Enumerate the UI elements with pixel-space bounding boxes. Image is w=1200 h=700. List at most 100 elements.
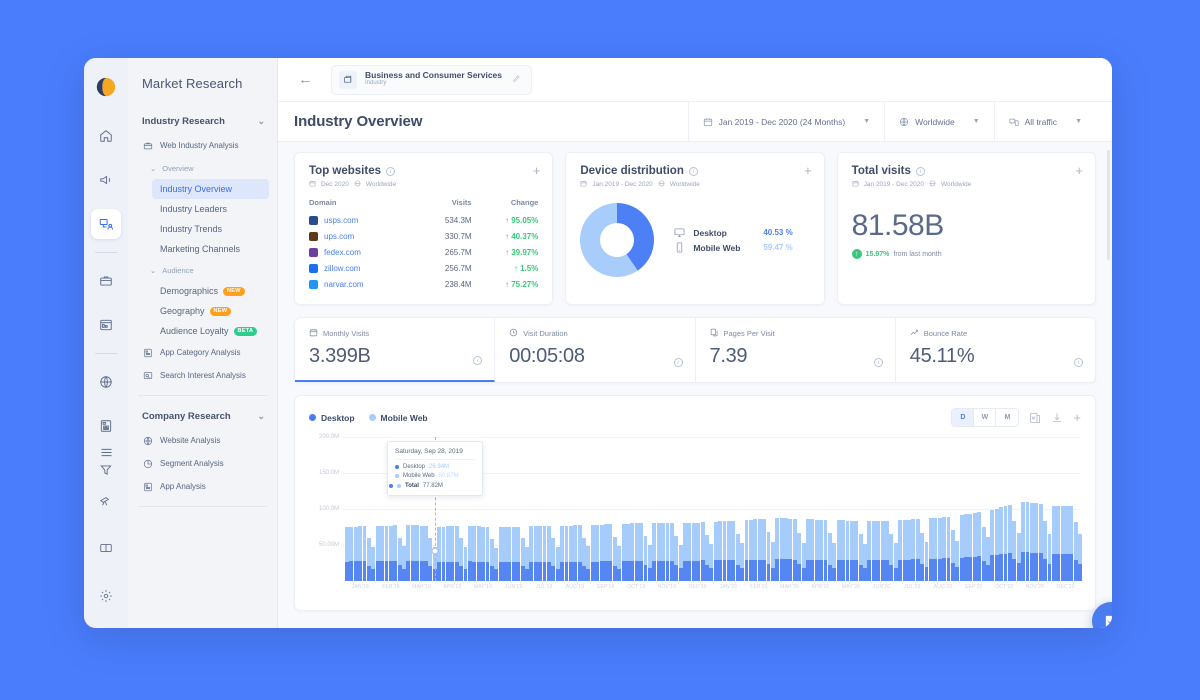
globe-icon [899, 117, 909, 127]
y-axis-tick-label: 150.0M [319, 470, 339, 476]
info-icon[interactable]: i [473, 356, 482, 365]
chart-bar [358, 437, 362, 581]
sidebar-item-audience-loyalty[interactable]: Audience Loyalty BETA [128, 321, 277, 341]
sidebar-item-app-analysis[interactable]: App Analysis [128, 475, 277, 498]
cell-domain[interactable]: narvar.com [309, 276, 418, 292]
sidebar-item-industry-leaders[interactable]: Industry Leaders [128, 199, 277, 219]
cell-domain[interactable]: zillow.com [309, 260, 418, 276]
date-range-filter[interactable]: Jan 2019 - Dec 2020 (24 Months) ▼ [688, 102, 885, 142]
chart-handle-bottom[interactable] [432, 548, 439, 555]
nav-group-company-research[interactable]: Company Research ⌄ [128, 404, 277, 429]
back-arrow-icon[interactable]: ← [292, 71, 319, 88]
breadcrumb[interactable]: Business and Consumer Services Industry [331, 65, 532, 95]
info-icon[interactable]: i [386, 167, 395, 176]
table-row[interactable]: ups.com330.7M↑ 40.37% [309, 228, 538, 244]
chart-bar [951, 437, 955, 581]
telescope-icon[interactable] [91, 485, 121, 515]
pencil-icon[interactable] [512, 74, 521, 85]
legend-label: Mobile Web [381, 413, 428, 423]
chart-bar [1039, 437, 1043, 581]
info-icon[interactable]: i [874, 358, 883, 367]
info-icon[interactable]: i [1074, 358, 1083, 367]
x-axis-tick-label: JAN'19 [352, 584, 369, 590]
legend-item-mobile-web[interactable]: Mobile Web [369, 413, 428, 423]
sidebar-subhead-overview[interactable]: ⌄ Overview [128, 157, 277, 179]
breadcrumb-subtitle: Industry [365, 80, 502, 88]
region-filter[interactable]: Worldwide ▼ [884, 102, 993, 142]
gear-icon[interactable] [91, 581, 121, 611]
sidebar-item-geography[interactable]: Geography NEW [128, 301, 277, 321]
add-widget-button[interactable]: + [1075, 164, 1083, 177]
excel-export-icon[interactable] [1029, 412, 1041, 424]
metric-monthly-visits[interactable]: Monthly Visits3.399Bi [295, 318, 495, 382]
plus-icon[interactable]: + [1073, 410, 1081, 425]
cell-domain[interactable]: ups.com [309, 228, 418, 244]
chart-bar [718, 437, 722, 581]
sidebar-item-industry-trends[interactable]: Industry Trends [128, 219, 277, 239]
chart-bar [977, 437, 981, 581]
table-row[interactable]: usps.com534.3M↑ 95.05% [309, 212, 538, 228]
sidebar-item-marketing-channels[interactable]: Marketing Channels [128, 239, 277, 259]
add-widget-button[interactable]: + [533, 164, 541, 177]
cell-domain[interactable]: usps.com [309, 212, 418, 228]
metric-bounce-rate[interactable]: Bounce Rate45.11%i [896, 318, 1095, 382]
menu-icon[interactable] [91, 437, 121, 467]
sidebar-item-demographics[interactable]: Demographics NEW [128, 281, 277, 301]
sidebar-item-label: Search Interest Analysis [160, 371, 246, 380]
add-widget-button[interactable]: + [804, 164, 812, 177]
granularity-month[interactable]: M [996, 409, 1018, 426]
traffic-filter[interactable]: All traffic ▼ [994, 102, 1096, 142]
card-subtitle: Jan 2019 - Dec 2020 Worldwide [852, 180, 1081, 189]
sidebar-item-label: Industry Trends [160, 224, 222, 234]
sidebar-item-app-category-analysis[interactable]: App Category Analysis [128, 341, 277, 364]
info-icon[interactable]: i [916, 167, 925, 176]
archive-icon[interactable] [91, 266, 121, 296]
table-row[interactable]: fedex.com265.7M↑ 39.97% [309, 244, 538, 260]
rail-divider-2 [95, 353, 117, 354]
industry-research-icon[interactable] [91, 209, 121, 239]
sidebar-item-search-interest-analysis[interactable]: Search Interest Analysis [128, 364, 277, 387]
cell-visits: 238.4M [418, 276, 471, 292]
app-category-icon [142, 347, 153, 358]
granularity-week[interactable]: W [974, 409, 996, 426]
download-icon[interactable] [1051, 412, 1063, 424]
nav-group-industry-research[interactable]: Industry Research ⌄ [128, 109, 277, 134]
x-axis-tick-label: FEB'20 [750, 584, 767, 590]
page-header: Industry Overview Jan 2019 - Dec 2020 (2… [278, 102, 1112, 142]
info-icon[interactable]: i [689, 167, 698, 176]
globe-icon[interactable] [91, 367, 121, 397]
dashboard-icon[interactable] [91, 310, 121, 340]
sidebar-item-web-industry-analysis[interactable]: Web Industry Analysis [128, 134, 277, 157]
vertical-scrollbar[interactable] [1107, 150, 1110, 260]
legend-item-desktop[interactable]: Desktop [309, 413, 355, 423]
cell-domain[interactable]: fedex.com [309, 244, 418, 260]
chart-bar [345, 437, 349, 581]
top-websites-table: Domain Visits Change usps.com534.3M↑ 95.… [309, 198, 538, 292]
granularity-day[interactable]: D [952, 409, 974, 426]
sidebar-subhead-audience[interactable]: ⌄ Audience [128, 259, 277, 281]
info-icon[interactable]: i [674, 358, 683, 367]
metric-visit-duration[interactable]: Visit Duration00:05:08i [495, 318, 695, 382]
table-row[interactable]: narvar.com238.4M↑ 75.27% [309, 276, 538, 292]
app-logo-icon[interactable] [95, 76, 117, 98]
home-icon[interactable] [91, 121, 121, 151]
metric-value: 7.39 [710, 345, 881, 368]
metric-value: 00:05:08 [509, 345, 680, 368]
chart-bar [973, 437, 977, 581]
metric-pages-per-visit[interactable]: Pages Per Visit7.39i [696, 318, 896, 382]
tooltip-dot-total-a [389, 484, 393, 488]
chart-bar [938, 437, 942, 581]
book-icon[interactable] [91, 533, 121, 563]
globe-icon [354, 180, 361, 189]
sidebar-item-segment-analysis[interactable]: Segment Analysis [128, 452, 277, 475]
table-row[interactable]: zillow.com256.7M↑ 1.5% [309, 260, 538, 276]
cell-change: ↑ 95.05% [472, 212, 539, 228]
desktop-icon [674, 227, 685, 238]
chart-legend: Desktop Mobile Web [309, 413, 428, 423]
sidebar-item-industry-overview[interactable]: Industry Overview [152, 179, 269, 199]
megaphone-icon[interactable] [91, 165, 121, 195]
chart-bar [521, 437, 525, 581]
calendar-icon [309, 180, 316, 189]
sidebar-item-website-analysis[interactable]: Website Analysis [128, 429, 277, 452]
legend-label: Desktop [693, 228, 755, 238]
